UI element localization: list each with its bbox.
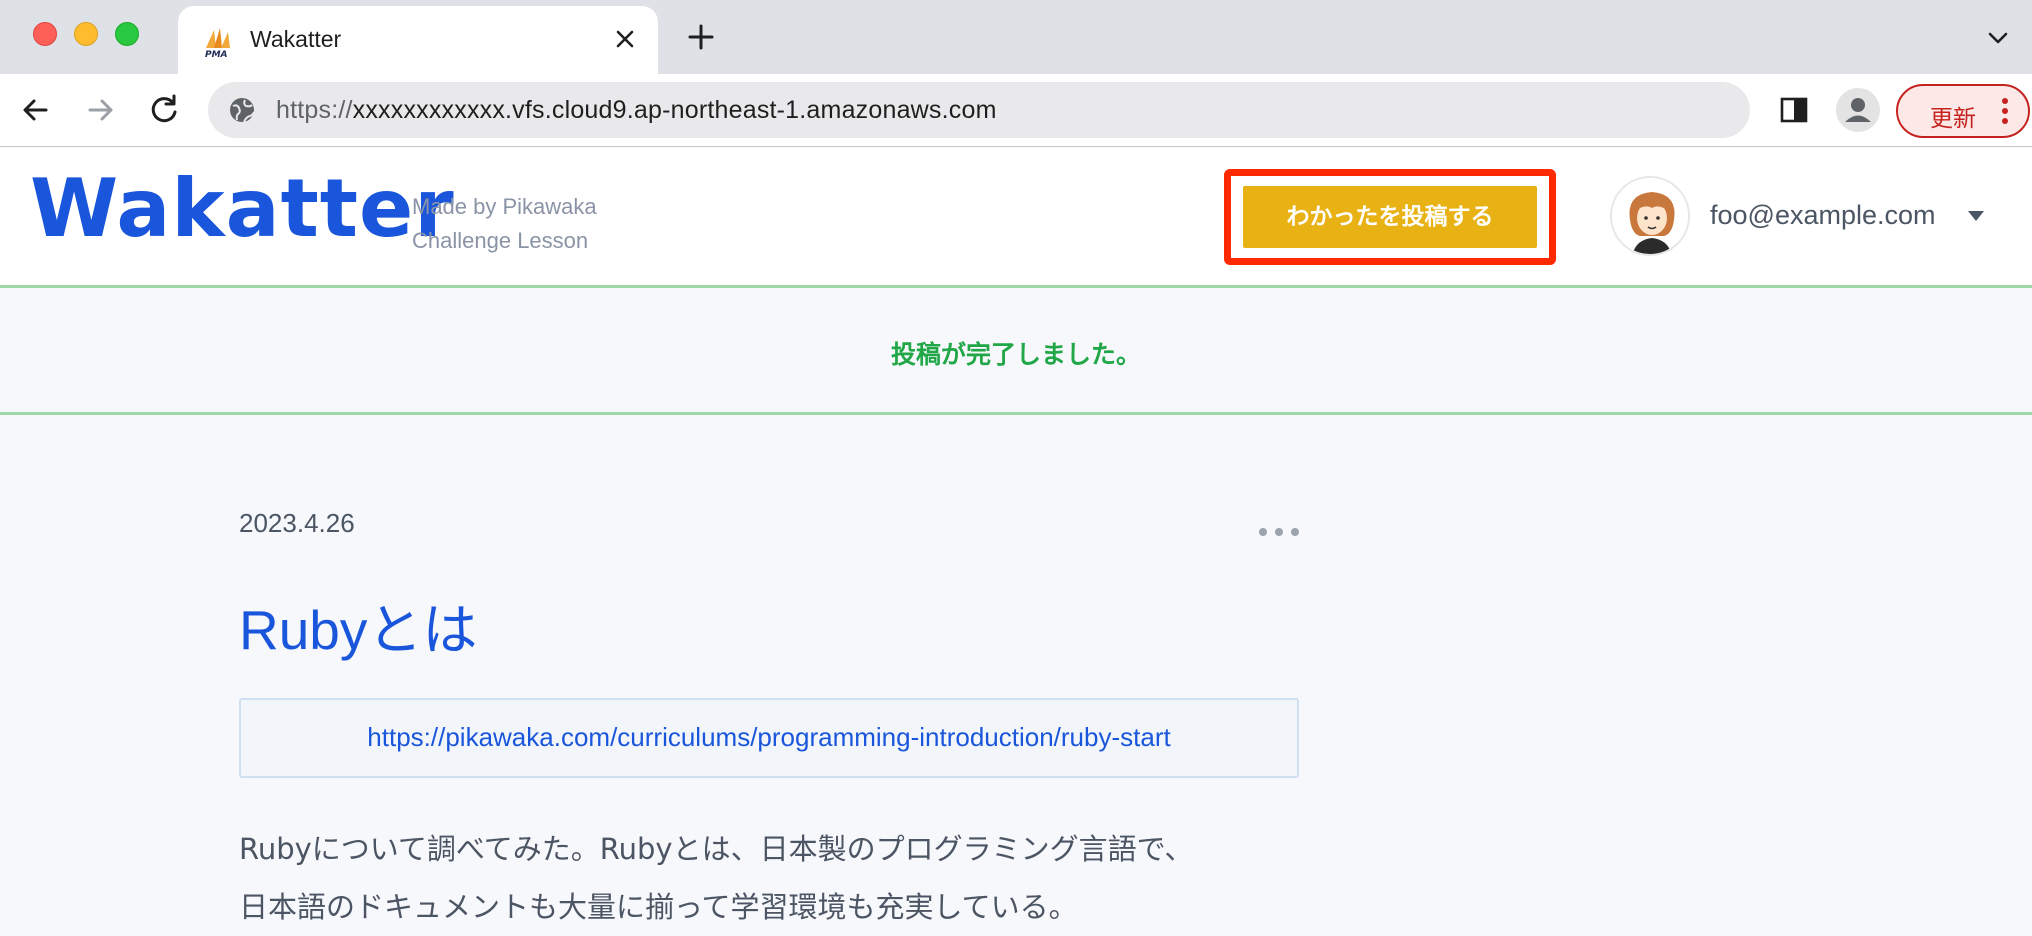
back-arrow-icon[interactable] bbox=[16, 90, 56, 130]
reload-icon[interactable] bbox=[144, 90, 184, 130]
tagline-line-2: Challenge Lesson bbox=[412, 228, 589, 253]
user-email[interactable]: foo@example.com bbox=[1710, 200, 1936, 231]
post-more-horiz-icon[interactable] bbox=[1257, 526, 1301, 538]
tab-close-icon[interactable] bbox=[610, 24, 640, 54]
forward-arrow-icon[interactable] bbox=[80, 90, 120, 130]
new-tab-plus-icon[interactable] bbox=[684, 20, 718, 54]
url-text: https://xxxxxxxxxxxx.vfs.cloud9.ap-north… bbox=[276, 96, 997, 125]
update-button[interactable]: 更新 bbox=[1896, 84, 2030, 138]
flash-message-bar: 投稿が完了しました。 bbox=[0, 291, 2032, 415]
tab-title: Wakatter bbox=[250, 26, 342, 52]
site-info-globe-icon[interactable] bbox=[228, 96, 256, 124]
more-vert-icon[interactable] bbox=[2000, 96, 2010, 126]
post-title[interactable]: Rubyとは bbox=[239, 585, 477, 665]
window-zoom-button[interactable] bbox=[115, 22, 139, 46]
active-tab[interactable]: PMA Wakatter bbox=[178, 6, 658, 74]
window-minimize-button[interactable] bbox=[74, 22, 98, 46]
profile-icon[interactable] bbox=[1836, 88, 1880, 132]
browser-tab-bar: PMA Wakatter bbox=[0, 0, 2032, 74]
browser-toolbar: https://xxxxxxxxxxxx.vfs.cloud9.ap-north… bbox=[0, 74, 2032, 147]
site-tagline: Made by Pikawaka Challenge Lesson bbox=[412, 190, 597, 258]
update-button-label: 更新 bbox=[1930, 106, 1976, 132]
post-link-box: https://pikawaka.com/curriculums/program… bbox=[239, 698, 1299, 778]
site-logo[interactable]: Wakatter bbox=[30, 162, 455, 255]
user-avatar[interactable] bbox=[1610, 176, 1690, 256]
url-host: xxxxxxxxxxxx.vfs.cloud9.ap-northeast-1.a… bbox=[352, 96, 997, 124]
post-reference-link[interactable]: https://pikawaka.com/curriculums/program… bbox=[241, 722, 1297, 753]
svg-text:PMA: PMA bbox=[205, 50, 228, 58]
url-scheme: https:// bbox=[276, 96, 353, 124]
highlight-frame: わかったを投稿する bbox=[1224, 169, 1556, 265]
side-panel-icon[interactable] bbox=[1778, 94, 1810, 126]
flash-message-text: 投稿が完了しました。 bbox=[890, 340, 1141, 369]
user-menu-caret-down-icon[interactable] bbox=[1967, 210, 1985, 222]
address-bar[interactable]: https://xxxxxxxxxxxx.vfs.cloud9.ap-north… bbox=[208, 82, 1750, 138]
post-body-line-1: Rubyについて調べてみた。Rubyとは、日本製のプログラミング言語で、 bbox=[239, 832, 1194, 866]
post-body-line-2: 日本語のドキュメントも大量に揃って学習環境も充実している。 bbox=[239, 890, 1078, 924]
post-wakatta-button[interactable]: わかったを投稿する bbox=[1243, 186, 1537, 248]
window-close-button[interactable] bbox=[33, 22, 57, 46]
post-body: Rubyについて調べてみた。Rubyとは、日本製のプログラミング言語で、 日本語… bbox=[239, 820, 1299, 936]
tagline-line-1: Made by Pikawaka bbox=[412, 194, 597, 219]
favicon-pma-icon: PMA bbox=[205, 28, 230, 58]
tab-search-chevron-down-icon[interactable] bbox=[1984, 24, 2012, 52]
app-header: Wakatter Made by Pikawaka Challenge Less… bbox=[0, 148, 2032, 288]
post-date: 2023.4.26 bbox=[239, 508, 355, 538]
